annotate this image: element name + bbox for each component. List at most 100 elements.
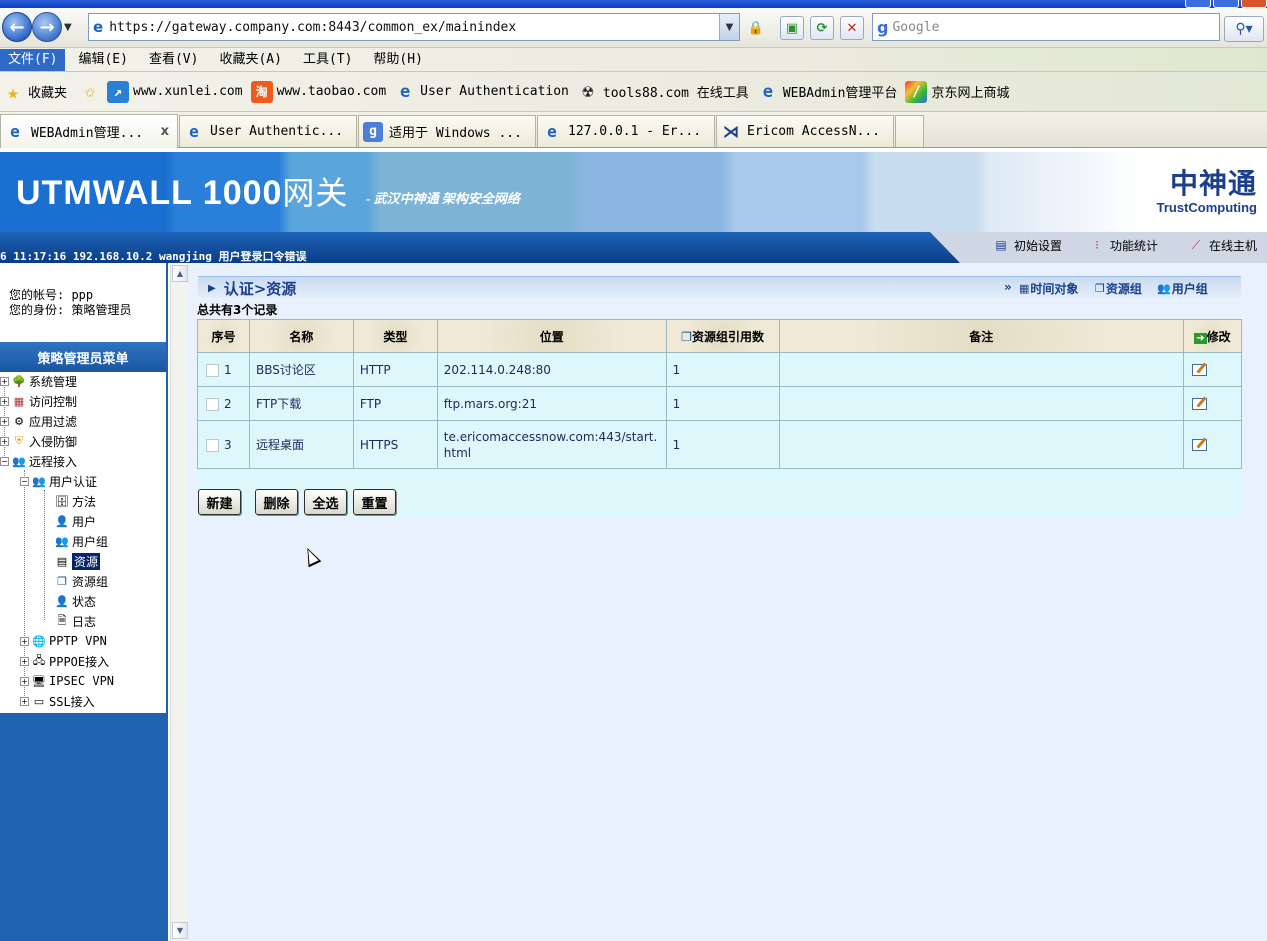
search-input[interactable]: Google	[892, 20, 939, 35]
company-logo: 中神通 TrustComputing	[1156, 167, 1257, 215]
google-icon: g	[363, 121, 383, 142]
sidebar-item-pptp[interactable]: + 🌐 PPTP VPN	[20, 632, 107, 650]
address-bar[interactable]: e https://gateway.company.com:8443/commo…	[88, 13, 740, 41]
url-text[interactable]: https://gateway.company.com:8443/common_…	[109, 20, 516, 35]
history-dropdown-icon[interactable]: ▼	[64, 22, 72, 33]
radiation-icon: ☢	[582, 81, 594, 102]
search-button[interactable]: ⚲▾	[1224, 16, 1264, 42]
sidebar-item-pppoe[interactable]: + 🖧 PPPOE接入	[20, 652, 109, 670]
expand-icon[interactable]: +	[20, 696, 29, 706]
sidebar-item-app-filter[interactable]: + ⚙ 应用过滤	[0, 412, 77, 430]
menu-help[interactable]: 帮助(H)	[365, 49, 430, 71]
delete-button[interactable]: 删除	[255, 489, 298, 515]
col-header-no[interactable]: 序号	[197, 319, 250, 353]
forward-button[interactable]: →	[32, 12, 62, 42]
compatibility-icon[interactable]: ▣	[780, 16, 804, 40]
sidebar-item-resource-group[interactable]: ❐ 资源组	[54, 572, 108, 590]
fav-link-xunlei[interactable]: ↗ www.xunlei.com	[107, 80, 243, 103]
initial-settings-link[interactable]: ▤ 初始设置	[992, 236, 1062, 254]
edit-icon[interactable]	[1191, 439, 1207, 451]
address-dropdown-icon[interactable]: ▼	[719, 14, 739, 40]
select-all-button[interactable]: 全选	[304, 489, 347, 515]
sidebar-item-method[interactable]: 🗄 方法	[54, 492, 96, 510]
time-object-link[interactable]: ▦ 时间对象	[1019, 280, 1078, 297]
type-cell: HTTP	[352, 352, 438, 387]
collapse-icon[interactable]: −	[0, 456, 9, 466]
traffic-light-icon: ⁝	[1095, 238, 1099, 252]
row-checkbox[interactable]	[206, 363, 219, 377]
expand-icon[interactable]: +	[0, 436, 9, 446]
status-ticker: 6 11:17:16 192.168.10.2 wangjing 用户登录口令错…	[0, 251, 307, 263]
menu-favorites[interactable]: 收藏夹(A)	[211, 49, 289, 71]
fav-link-jd[interactable]: / 京东网上商城	[905, 80, 1009, 103]
refresh-icon[interactable]: ⟳	[810, 16, 834, 40]
col-header-location[interactable]: 位置	[436, 319, 667, 353]
col-header-edit[interactable]: ➔ 修改	[1182, 319, 1243, 353]
sidebar-item-status[interactable]: 👤 状态	[54, 592, 96, 610]
left-scrollbar[interactable]: ▲ ▼	[170, 265, 188, 941]
sidebar-item-ssl[interactable]: + ▭ SSL接入	[20, 692, 95, 710]
new-button[interactable]: 新建	[198, 489, 241, 515]
sidebar-item-user-auth[interactable]: − 👥 用户认证	[20, 472, 97, 490]
tab-webadmin[interactable]: e WEBAdmin管理... x	[0, 114, 178, 148]
expand-icon[interactable]: +	[0, 416, 9, 426]
menu-bar: 文件(F) 编辑(E) 查看(V) 收藏夹(A) 工具(T) 帮助(H)	[0, 48, 1267, 72]
close-window-button[interactable]	[1241, 0, 1267, 8]
collapse-icon[interactable]: −	[20, 476, 29, 486]
col-header-note[interactable]: 备注	[778, 319, 1184, 353]
col-header-refs[interactable]: ❐资源组引用数	[665, 319, 780, 353]
expand-icon[interactable]: +	[20, 636, 29, 646]
scroll-up-icon[interactable]: ▲	[172, 265, 188, 282]
add-favorite-button[interactable]: ✩	[79, 81, 105, 103]
fav-link-tools88[interactable]: ☢ tools88.com 在线工具	[577, 81, 748, 103]
function-stats-link[interactable]: ⁝ 功能统计	[1088, 236, 1158, 254]
sidebar-item-system[interactable]: + 🌳 系统管理	[0, 372, 77, 390]
sidebar-item-log[interactable]: 🗎 日志	[54, 612, 96, 630]
back-button[interactable]: ←	[2, 12, 32, 42]
sidebar-item-remote-access[interactable]: − 👥 远程接入	[0, 452, 77, 470]
tab-windows[interactable]: g 适用于 Windows ...	[358, 115, 536, 147]
row-number-cell: 3	[197, 420, 250, 469]
col-header-type[interactable]: 类型	[352, 319, 438, 353]
sidebar-item-resource[interactable]: ▤ 资源	[54, 552, 101, 570]
expand-icon[interactable]: +	[20, 676, 29, 686]
lock-icon[interactable]: 🔒	[744, 16, 768, 40]
fav-link-taobao[interactable]: 淘 www.taobao.com	[250, 80, 386, 103]
reset-button[interactable]: 重置	[353, 489, 396, 515]
tab-ericom[interactable]: ⋊ Ericom AccessN...	[716, 115, 894, 147]
menu-view[interactable]: 查看(V)	[141, 49, 206, 71]
scroll-down-icon[interactable]: ▼	[172, 922, 188, 939]
location-cell: te.ericomaccessnow.com:443/start.html	[436, 420, 667, 469]
tab-localhost[interactable]: e 127.0.0.1 - Er...	[537, 115, 715, 147]
sidebar-item-access-control[interactable]: + ▦ 访问控制	[0, 392, 77, 410]
fav-link-webadmin[interactable]: e WEBAdmin管理平台	[757, 81, 898, 103]
tab-user-auth[interactable]: e User Authentic...	[179, 115, 357, 147]
search-box[interactable]: g Google	[872, 13, 1220, 41]
close-tab-icon[interactable]: x	[161, 124, 169, 139]
edit-icon[interactable]	[1191, 364, 1207, 376]
user-group-link[interactable]: 👥 用户组	[1157, 280, 1208, 297]
account-name: 您的帐号: ppp	[9, 288, 94, 302]
new-tab-button[interactable]	[895, 115, 924, 147]
minimize-button[interactable]	[1185, 0, 1211, 8]
sidebar-item-user-group[interactable]: 👥 用户组	[54, 532, 108, 550]
sidebar-item-intrusion[interactable]: + ⛨ 入侵防御	[0, 432, 77, 450]
expand-icon[interactable]: +	[0, 396, 9, 406]
expand-icon[interactable]: +	[0, 376, 9, 386]
row-checkbox[interactable]	[206, 397, 219, 411]
favorites-center-button[interactable]: ★ 收藏夹	[2, 80, 67, 104]
menu-tools[interactable]: 工具(T)	[295, 49, 360, 71]
online-hosts-link[interactable]: ⟋ 在线主机	[1187, 236, 1257, 254]
edit-icon[interactable]	[1191, 398, 1207, 410]
row-checkbox[interactable]	[206, 438, 219, 452]
col-header-name[interactable]: 名称	[248, 319, 354, 353]
resource-group-link[interactable]: ❐ 资源组	[1095, 280, 1142, 297]
menu-edit[interactable]: 编辑(E)	[70, 49, 135, 71]
maximize-button[interactable]	[1213, 0, 1239, 8]
expand-icon[interactable]: +	[20, 656, 29, 666]
fav-link-user-auth[interactable]: e User Authentication	[394, 81, 569, 103]
menu-file[interactable]: 文件(F)	[0, 48, 66, 71]
sidebar-item-ipsec[interactable]: + 🖥 IPSEC VPN	[20, 672, 114, 690]
sidebar-item-user[interactable]: 👤 用户	[54, 512, 96, 530]
stop-icon[interactable]: ✕	[840, 16, 864, 40]
